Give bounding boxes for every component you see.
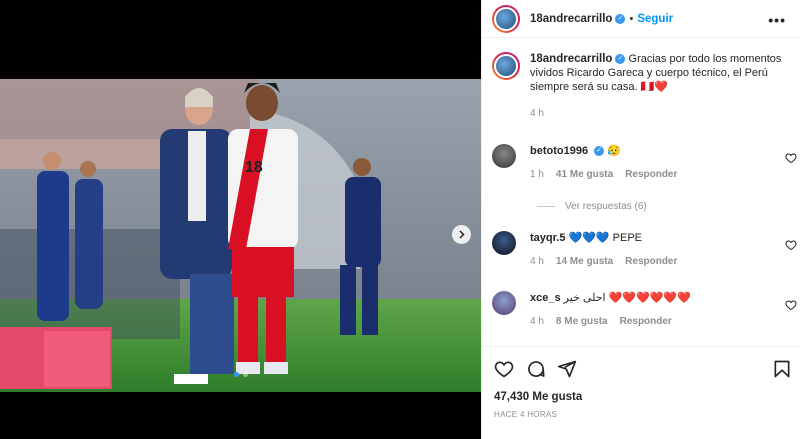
caption-time: 4 h	[530, 108, 544, 119]
post-panel: 18andrecarrillo ✓ • Seguir ••• 18andreca…	[481, 0, 800, 439]
comment-likes[interactable]: 41 Me gusta	[556, 168, 613, 182]
author-username[interactable]: 18andrecarrillo	[530, 13, 612, 25]
action-bar	[482, 346, 800, 390]
avatar[interactable]	[492, 231, 516, 255]
comment-text: 💙💙💙 PEPE	[568, 232, 643, 244]
carousel-dot	[242, 372, 248, 377]
comment-likes[interactable]: 8 Me gusta	[556, 315, 608, 329]
caption: 18andrecarrillo ✓ Gracias por todo los mo…	[482, 38, 800, 94]
avatar[interactable]	[492, 291, 516, 315]
heart-icon[interactable]	[785, 239, 797, 251]
comment-time: 4 h	[530, 316, 544, 327]
post-photo[interactable]: 18	[0, 79, 481, 392]
chevron-right-icon	[459, 230, 465, 239]
stadium-photo: 18	[0, 79, 481, 392]
likes-count[interactable]: 47,430 Me gusta	[494, 391, 582, 403]
comment-username[interactable]: xce_s	[530, 292, 561, 304]
reply-button[interactable]: Responder	[620, 315, 672, 329]
heart-icon[interactable]	[494, 359, 514, 379]
carousel-dot	[233, 372, 239, 377]
comment-username[interactable]: tayqr.5	[530, 232, 565, 244]
follow-button[interactable]: Seguir	[637, 13, 673, 25]
comment-item: tayqr.5 💙💙💙 PEPE 4 h 14 Me gusta Respond…	[492, 231, 797, 269]
reply-button[interactable]: Responder	[625, 168, 677, 182]
comment-icon[interactable]	[526, 359, 546, 379]
comment-item: betoto1996 ✓ 😥 1 h 41 Me gusta Responder	[492, 144, 797, 182]
verified-icon: ✓	[615, 54, 626, 65]
verified-icon: ✓	[594, 146, 605, 157]
separator: •	[629, 12, 634, 25]
avatar[interactable]	[492, 52, 520, 80]
heart-icon[interactable]	[785, 299, 797, 311]
post-media: 18	[0, 0, 481, 439]
comment-username[interactable]: betoto1996	[530, 145, 588, 157]
replies-divider	[537, 206, 555, 207]
comment-time: 1 h	[530, 169, 544, 180]
post-date: HACE 4 HORAS	[494, 410, 558, 419]
bookmark-icon[interactable]	[772, 359, 792, 379]
post-header: 18andrecarrillo ✓ • Seguir •••	[482, 0, 800, 38]
share-icon[interactable]	[557, 359, 577, 379]
more-icon[interactable]: •••	[768, 12, 786, 28]
comment-text: احلى خير ❤️❤️❤️❤️❤️❤️	[563, 292, 691, 304]
comment-time: 4 h	[530, 256, 544, 267]
view-replies-button[interactable]: Ver respuestas (6)	[537, 201, 647, 212]
comment-likes[interactable]: 14 Me gusta	[556, 255, 613, 269]
avatar[interactable]	[492, 144, 516, 168]
next-image-button[interactable]	[452, 225, 471, 244]
comment-text: 😥	[607, 145, 621, 157]
avatar[interactable]	[492, 4, 520, 33]
heart-icon[interactable]	[785, 152, 797, 164]
carousel-dots	[0, 372, 481, 377]
verified-icon: ✓	[615, 13, 626, 24]
reply-button[interactable]: Responder	[625, 255, 677, 269]
view-replies-label: Ver respuestas (6)	[565, 201, 647, 212]
caption-username[interactable]: 18andrecarrillo	[530, 53, 612, 65]
comment-item: xce_s احلى خير ❤️❤️❤️❤️❤️❤️ 4 h 8 Me gus…	[492, 291, 797, 329]
jersey-number: 18	[245, 159, 263, 176]
